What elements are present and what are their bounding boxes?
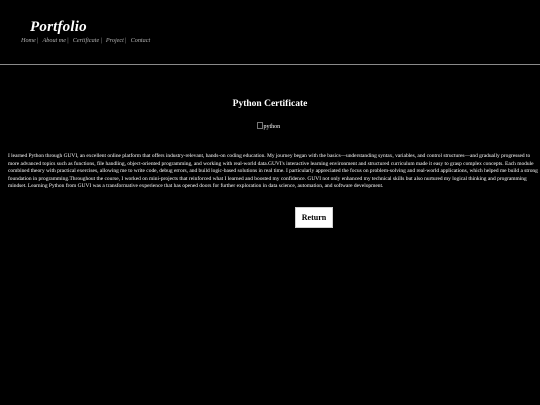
nav-separator: | bbox=[67, 37, 69, 44]
nav-link-about-me[interactable]: About me bbox=[42, 37, 66, 44]
nav-link-contact[interactable]: Contact bbox=[131, 37, 151, 44]
return-button[interactable]: Return bbox=[295, 207, 333, 228]
certificate-description: I learned Python through GUVI, an excell… bbox=[8, 153, 538, 190]
header-divider bbox=[0, 64, 540, 65]
nav-separator: | bbox=[100, 37, 102, 44]
page: Portfolio Home| About me| Certificate| Proj… bbox=[0, 0, 540, 405]
page-title: Python Certificate bbox=[232, 99, 308, 109]
broken-image-icon bbox=[257, 122, 263, 129]
nav-link-home[interactable]: Home bbox=[21, 37, 36, 44]
nav-separator: | bbox=[36, 37, 39, 44]
nav-link-project[interactable]: Project bbox=[106, 37, 124, 44]
certificate-image-alt-text: python bbox=[263, 124, 281, 130]
certificate-image: python bbox=[257, 122, 280, 130]
main-nav: Home| About me| Certificate| Project| Contac… bbox=[21, 37, 150, 44]
site-logo: Portfolio bbox=[30, 19, 87, 35]
site-header: Portfolio Home| About me| Certificate| Proj… bbox=[0, 0, 540, 64]
nav-link-certificate[interactable]: Certificate bbox=[73, 37, 99, 44]
nav-separator: | bbox=[124, 37, 127, 44]
